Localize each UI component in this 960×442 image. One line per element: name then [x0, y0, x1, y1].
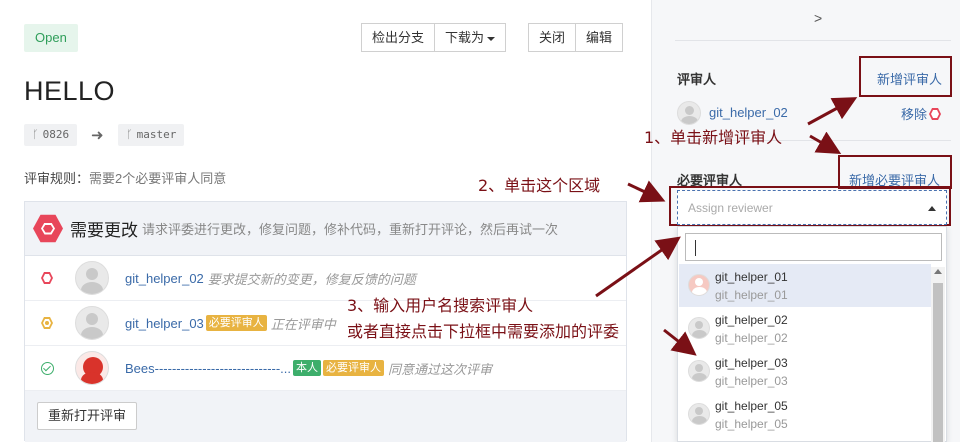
changes-requested-status-icon: [41, 272, 53, 284]
arrow-right-icon: ➜: [91, 127, 104, 144]
reviewer-name[interactable]: git_helper_03: [125, 316, 204, 331]
required-reviewer-tag: 必要评审人: [205, 315, 267, 331]
reviewer-name[interactable]: git_helper_02: [125, 271, 204, 286]
dropdown-scrollbar[interactable]: [931, 267, 945, 442]
dropdown-option[interactable]: git_helper_03 git_helper_03: [679, 350, 931, 393]
reopen-review-button[interactable]: 重新打开评审: [37, 402, 138, 430]
page-title: HELLO: [24, 76, 116, 106]
scroll-thumb[interactable]: [933, 283, 943, 442]
caret-up-icon: [928, 206, 936, 211]
avatar: [688, 274, 710, 296]
avatar[interactable]: [75, 351, 109, 385]
self-tag: 本人: [293, 360, 322, 376]
review-rules-value: 需要2个必要评审人同意: [89, 171, 227, 186]
option-username: git_helper_01: [715, 288, 788, 302]
dropdown-option[interactable]: git_helper_02 git_helper_02: [679, 307, 931, 350]
divider: [675, 40, 951, 41]
reviewer-dropdown: git_helper_01 git_helper_01 git_helper_0…: [677, 226, 947, 442]
text-cursor: [695, 240, 696, 256]
remove-label: 移除: [901, 107, 928, 122]
reviewers-heading: 评审人: [677, 72, 717, 87]
download-dropdown-button[interactable]: 下载为: [435, 23, 507, 52]
avatar: [688, 360, 710, 382]
review-panel-footer: 重新打开评审: [25, 391, 626, 442]
review-rules: 评审规则：需要2个必要评审人同意: [24, 168, 226, 187]
option-username: git_helper_03: [715, 374, 788, 388]
review-rules-label: 评审规则：: [24, 171, 90, 186]
status-badge: Open: [24, 24, 78, 52]
review-status-title: 需要更改: [70, 221, 138, 240]
close-button[interactable]: 关闭: [528, 23, 577, 52]
reviewer-note: 正在评审中: [270, 316, 336, 332]
avatar: [688, 317, 710, 339]
remove-icon: [929, 108, 942, 120]
reviewer-name[interactable]: git_helper_02: [709, 105, 788, 120]
review-status-header: 需要更改 请求评委进行更改，修复问题，修补代码，重新打开评论，然后再试一次: [25, 202, 626, 256]
source-branch-badge[interactable]: ᚴ 0826: [24, 124, 78, 146]
avatar: [688, 403, 710, 425]
edit-button[interactable]: 编辑: [576, 23, 624, 52]
option-name: git_helper_01: [715, 270, 788, 284]
annotation-step3-line1: 3、输入用户名搜索评审人: [347, 296, 534, 315]
reviewer-note: 要求提交新的变更，修复反馈的问题: [207, 271, 416, 287]
option-name: git_helper_03: [715, 356, 788, 370]
toolbar-group-primary: 检出分支 下载为: [361, 23, 507, 52]
required-reviewer-tag: 必要评审人: [323, 360, 385, 376]
option-name: git_helper_05: [715, 399, 788, 413]
add-reviewer-link[interactable]: 新增评审人: [877, 69, 942, 88]
target-branch-badge[interactable]: ᚴ master: [118, 124, 185, 146]
dropdown-option[interactable]: git_helper_05 git_helper_05: [679, 393, 931, 436]
annotation-step1: 1、单击新增评审人: [644, 128, 783, 147]
approved-status-icon: [40, 361, 54, 375]
branch-icon: ᚴ: [126, 128, 133, 141]
dropdown-option[interactable]: git_helper_01 git_helper_01: [679, 264, 931, 307]
avatar[interactable]: [75, 261, 109, 295]
target-branch-name: master: [136, 128, 177, 141]
reviewer-search-input[interactable]: [685, 233, 942, 261]
source-branch-name: 0826: [42, 128, 70, 141]
avatar[interactable]: [75, 306, 109, 340]
reviewer-row: Bees-----------------------------... 本人 …: [25, 346, 626, 391]
avatar: [677, 101, 701, 125]
collapse-sidebar-icon[interactable]: >: [814, 10, 822, 26]
reviewer-name[interactable]: Bees-----------------------------...: [125, 361, 291, 376]
option-username: git_helper_02: [715, 331, 788, 345]
caret-down-icon: [487, 36, 496, 41]
option-name: git_helper_02: [715, 313, 788, 327]
in-review-status-icon: [41, 317, 53, 329]
assign-reviewer-select[interactable]: Assign reviewer: [677, 190, 947, 225]
download-label: 下载为: [445, 30, 485, 45]
reviewer-row: git_helper_02 要求提交新的变更，修复反馈的问题: [25, 256, 626, 301]
branch-icon: ᚴ: [32, 128, 39, 141]
option-username: git_helper_05: [715, 417, 788, 431]
checkout-branch-button[interactable]: 检出分支: [361, 23, 436, 52]
review-status-description: 请求评委进行更改，修复问题，修补代码，重新打开评论，然后再试一次: [142, 222, 559, 237]
changes-requested-icon: [33, 214, 63, 243]
toolbar-group-secondary: 关闭 编辑: [528, 23, 624, 52]
remove-reviewer-button[interactable]: 移除: [901, 104, 942, 123]
annotation-step3-line2: 或者直接点击下拉框中需要添加的评委: [347, 322, 620, 341]
scroll-up-icon[interactable]: [934, 269, 942, 274]
annotation-step2: 2、单击这个区域: [478, 176, 601, 195]
assign-reviewer-placeholder: Assign reviewer: [688, 201, 773, 215]
reviewer-note: 同意通过这次评审: [388, 361, 493, 377]
